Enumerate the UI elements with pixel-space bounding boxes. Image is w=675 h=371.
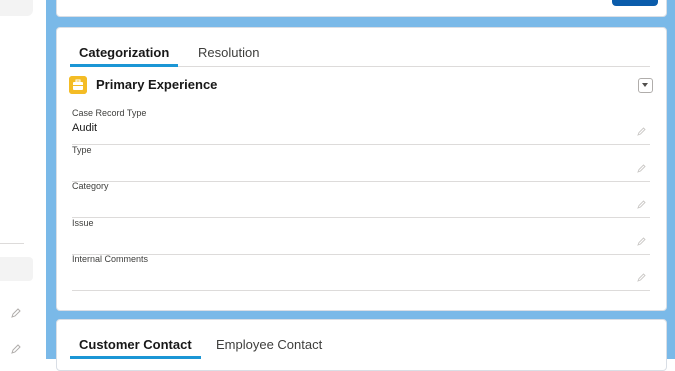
tab-customer-contact[interactable]: Customer Contact (70, 337, 201, 359)
tab-bar: Customer Contact Employee Contact (70, 320, 650, 359)
left-panel-field (0, 257, 33, 281)
field-value: Audit (72, 122, 98, 134)
left-panel (0, 0, 46, 359)
tab-label: Categorization (79, 45, 170, 60)
field-internal-comments: Internal Comments (72, 254, 650, 291)
top-card (56, 0, 667, 17)
briefcase-icon (69, 76, 87, 94)
pencil-icon[interactable] (637, 272, 647, 282)
pencil-icon[interactable] (10, 343, 22, 355)
pencil-icon[interactable] (637, 236, 647, 246)
pencil-icon[interactable] (637, 163, 647, 173)
primary-action-button[interactable] (612, 0, 658, 6)
field-category: Category (72, 181, 650, 218)
field-issue: Issue (72, 218, 650, 255)
field-label: Type (72, 145, 92, 155)
categorization-card: Categorization Resolution Primary Experi… (56, 27, 667, 311)
tab-categorization[interactable]: Categorization (70, 45, 179, 67)
left-panel-block (0, 0, 33, 16)
section-title: Primary Experience (96, 77, 218, 92)
pencil-icon[interactable] (10, 307, 22, 319)
field-case-record-type: Case Record Type Audit (72, 108, 650, 145)
tab-label: Employee Contact (216, 337, 323, 352)
contact-card: Customer Contact Employee Contact (56, 319, 667, 371)
field-label: Category (72, 181, 109, 191)
section-header: Primary Experience (69, 76, 653, 96)
tab-label: Resolution (198, 45, 260, 60)
pencil-icon[interactable] (637, 126, 647, 136)
tab-bar: Categorization Resolution (70, 28, 650, 67)
tab-label: Customer Contact (79, 337, 192, 352)
field-label: Internal Comments (72, 254, 149, 264)
left-panel-divider (0, 243, 24, 244)
tab-employee-contact[interactable]: Employee Contact (207, 337, 331, 357)
tab-resolution[interactable]: Resolution (189, 45, 268, 65)
active-tab-indicator (70, 64, 179, 67)
field-type: Type (72, 145, 650, 182)
field-label: Issue (72, 218, 94, 228)
chevron-down-icon[interactable] (638, 78, 653, 93)
pencil-icon[interactable] (637, 199, 647, 209)
field-label: Case Record Type (72, 108, 147, 118)
